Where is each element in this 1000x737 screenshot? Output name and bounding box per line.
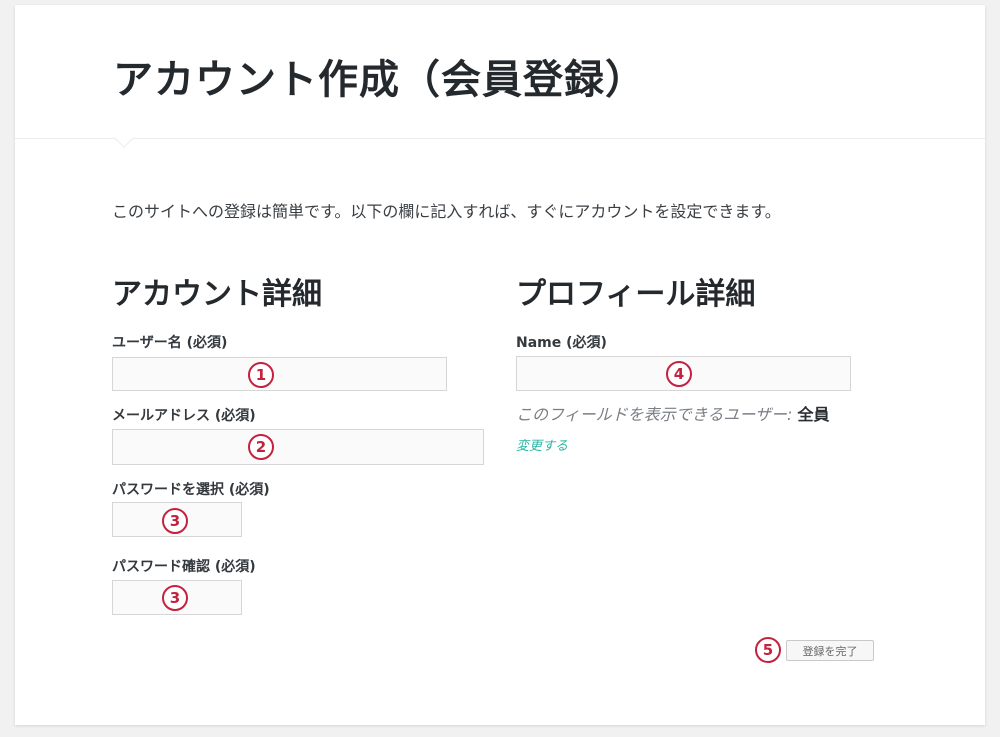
marker-3: 3 — [162, 508, 188, 534]
visibility-prefix: このフィールドを表示できるユーザー: — [516, 405, 798, 424]
change-visibility-link[interactable]: 変更する — [516, 435, 568, 454]
marker-2: 2 — [248, 434, 274, 460]
page-title: アカウント作成（会員登録） — [113, 57, 646, 103]
email-input[interactable] — [112, 429, 484, 465]
email-label: メールアドレス (必須) — [112, 408, 256, 424]
marker-4: 4 — [666, 361, 692, 387]
complete-registration-button[interactable]: 登録を完了 — [786, 640, 874, 661]
password-label: パスワードを選択 (必須) — [112, 482, 270, 498]
profile-details-heading: プロフィール詳細 — [516, 277, 756, 312]
name-label: Name (必須) — [516, 335, 607, 351]
account-details-heading: アカウント詳細 — [112, 277, 322, 312]
visibility-value: 全員 — [797, 405, 830, 424]
username-label: ユーザー名 (必須) — [112, 335, 228, 351]
marker-3-confirm: 3 — [162, 585, 188, 611]
page-header: アカウント作成（会員登録） — [15, 5, 985, 148]
field-visibility-text: このフィールドを表示できるユーザー: 全員 — [516, 401, 830, 425]
marker-1: 1 — [248, 362, 274, 388]
marker-5: 5 — [755, 637, 781, 663]
intro-text: このサイトへの登録は簡単です。以下の欄に記入すれば、すぐにアカウントを設定できま… — [112, 202, 781, 221]
username-input[interactable] — [112, 357, 447, 391]
password-confirm-label: パスワード確認 (必須) — [112, 559, 256, 575]
header-notch — [114, 128, 134, 148]
registration-card: アカウント作成（会員登録） このサイトへの登録は簡単です。以下の欄に記入すれば、… — [15, 5, 985, 725]
